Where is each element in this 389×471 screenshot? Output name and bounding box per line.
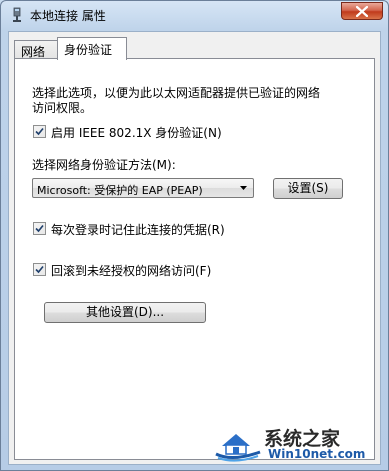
tab-strip: 网络 身份验证 [14, 37, 374, 60]
network-adapter-icon [9, 7, 25, 23]
watermark-url: Win10net.com [268, 447, 366, 461]
auth-method-dropdown[interactable]: Microsoft: 受保护的 EAP (PEAP) [32, 178, 254, 198]
check-icon [35, 265, 44, 274]
remember-credentials-label[interactable]: 每次登录时记住此连接的凭据(R) [51, 221, 225, 238]
remember-credentials-checkbox[interactable] [33, 222, 46, 235]
check-icon [35, 224, 44, 233]
properties-window: 本地连接 属性 网络 身份验证 选择此选项，以便为此以太网适配器提供已验证的网络… [0, 0, 389, 471]
fallback-access-checkbox[interactable] [33, 263, 46, 276]
enable-8021x-checkbox[interactable] [33, 125, 46, 138]
check-icon [35, 127, 44, 136]
window-title: 本地连接 属性 [30, 9, 106, 23]
description-text-line2: 访问权限。 [32, 101, 93, 115]
chevron-down-icon [240, 186, 247, 190]
enable-8021x-label[interactable]: 启用 IEEE 802.1X 身份验证(N) [51, 124, 222, 141]
fallback-access-label[interactable]: 回滚到未经授权的网络访问(F) [51, 262, 211, 279]
tab-authentication[interactable]: 身份验证 [57, 37, 127, 60]
authentication-panel: 选择此选项，以便为此以太网适配器提供已验证的网络 访问权限。 启用 IEEE 8… [14, 58, 375, 460]
title-bar[interactable]: 本地连接 属性 [1, 1, 388, 29]
settings-button[interactable]: 设置(S) [273, 178, 343, 199]
dialog-client-area: 网络 身份验证 选择此选项，以便为此以太网适配器提供已验证的网络 访问权限。 启… [8, 31, 381, 465]
close-icon [356, 6, 368, 17]
method-label: 选择网络身份验证方法(M): [32, 158, 176, 172]
house-logo-icon [215, 434, 261, 462]
watermark: 系统之家 Win10net.com [212, 424, 382, 464]
close-button[interactable] [341, 2, 383, 20]
auth-method-selected: Microsoft: 受保护的 EAP (PEAP) [37, 184, 203, 197]
tab-network[interactable]: 网络 [14, 40, 58, 59]
additional-settings-button[interactable]: 其他设置(D)... [44, 302, 206, 323]
